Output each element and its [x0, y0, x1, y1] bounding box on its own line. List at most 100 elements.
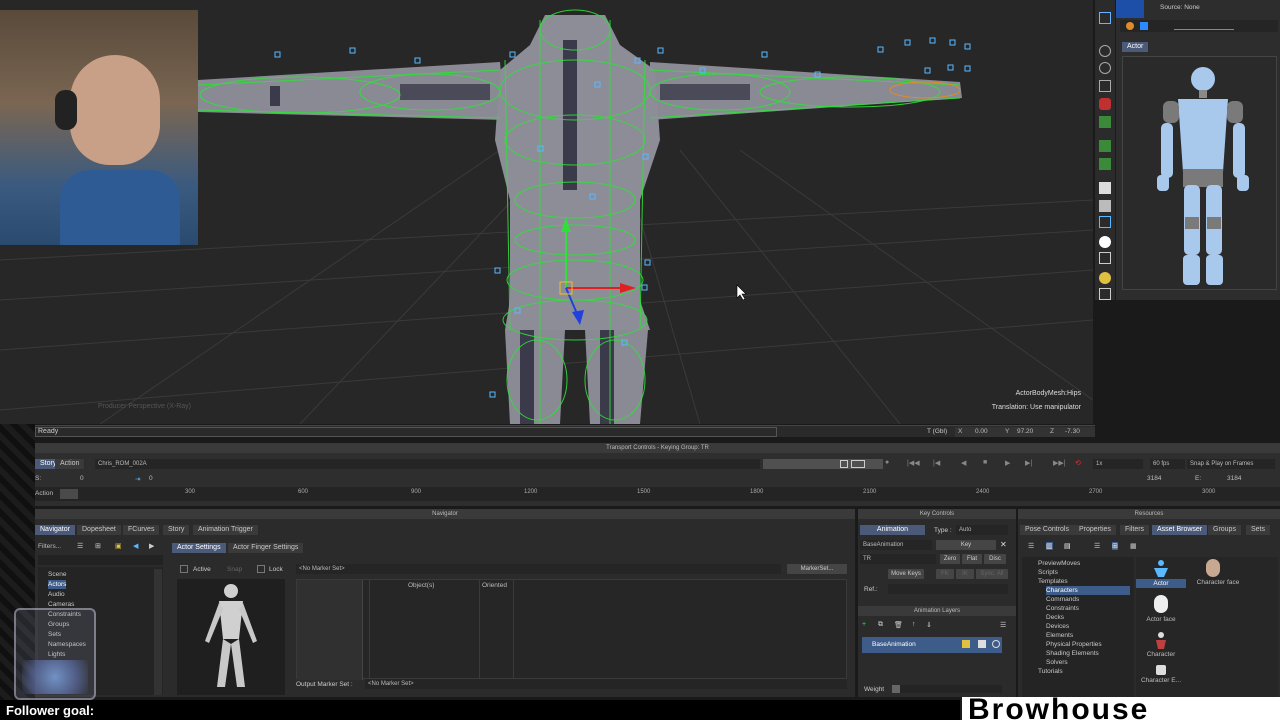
folder-icon[interactable]: ▣: [115, 542, 122, 550]
tab-navigator[interactable]: Navigator: [35, 525, 76, 535]
light-icon[interactable]: [1099, 272, 1111, 284]
asset-actor[interactable]: Actor: [1136, 559, 1186, 589]
speed-dropdown[interactable]: 1x: [1093, 459, 1143, 469]
res-tree-scripts[interactable]: Scripts: [1038, 568, 1058, 577]
tree-audio[interactable]: Audio: [48, 590, 65, 599]
select-tool-icon[interactable]: [1099, 12, 1111, 24]
start-value[interactable]: 0: [80, 475, 84, 482]
tab-filters[interactable]: Filters: [1120, 525, 1151, 535]
layer-row[interactable]: BaseAnimation: [862, 637, 1002, 653]
tree-toggle-icon[interactable]: ☰: [1028, 542, 1034, 550]
body-icon[interactable]: [1140, 22, 1148, 30]
scale-tool-icon[interactable]: [1099, 80, 1111, 92]
tab-actor[interactable]: Actor: [1122, 42, 1150, 52]
tab-pose-controls[interactable]: Pose Controls: [1020, 525, 1075, 535]
go-start-icon[interactable]: |◀◀: [907, 459, 920, 467]
tab-animation-trigger[interactable]: Animation Trigger: [193, 525, 259, 535]
marker-set-button[interactable]: MarkerSet...: [787, 564, 847, 574]
go-end-icon[interactable]: ▶▶|: [1053, 459, 1066, 467]
disc-button[interactable]: Disc: [984, 554, 1006, 564]
marker-icon[interactable]: [1099, 288, 1111, 300]
res-tree-shading-elements[interactable]: Shading Elements: [1046, 649, 1099, 658]
key-icon[interactable]: [1126, 22, 1134, 30]
timeline-ruler[interactable]: Action 300 600 900 1200 1500 1800 2100 2400 2700…: [35, 487, 1280, 501]
duplicate-layer-icon[interactable]: ⧉: [878, 621, 883, 629]
translate-tool-icon[interactable]: [1099, 45, 1111, 57]
time-range-slider[interactable]: [763, 459, 883, 469]
scene-tree-scrollbar[interactable]: [154, 569, 162, 695]
add-layer-icon[interactable]: +: [862, 621, 866, 628]
column-oriented[interactable]: Oriented: [482, 582, 507, 589]
tree-view-icon[interactable]: ⊞: [95, 542, 101, 550]
sync-all-button[interactable]: Sync. All: [976, 569, 1008, 579]
navigator-search[interactable]: [38, 555, 163, 565]
details-icon[interactable]: ▦: [1130, 542, 1137, 550]
list-view-icon[interactable]: ☰: [77, 542, 83, 550]
snap-label[interactable]: Snap: [227, 566, 242, 573]
panel-view-icon[interactable]: ▤: [1064, 542, 1071, 550]
res-tree-decks[interactable]: Decks: [1046, 613, 1064, 622]
mesh-icon[interactable]: [1099, 200, 1111, 212]
flat-button[interactable]: Flat: [962, 554, 982, 564]
active-checkbox[interactable]: [180, 565, 188, 573]
rotate-tool-icon[interactable]: [1099, 62, 1111, 74]
actor-figure[interactable]: [1122, 56, 1277, 290]
tab-animation[interactable]: Animation: [860, 525, 926, 535]
lock-layer-icon[interactable]: [962, 640, 970, 648]
move-up-icon[interactable]: ↑: [912, 621, 916, 628]
list-icon[interactable]: ☰: [1094, 542, 1100, 550]
play-back-icon[interactable]: ◀: [961, 459, 966, 467]
res-tree-previewmoves[interactable]: PreviewMoves: [1038, 559, 1080, 568]
weight-slider[interactable]: [892, 685, 1002, 693]
current-frame-icon[interactable]: ⇥: [135, 475, 140, 483]
keying-group-dropdown[interactable]: TR: [860, 554, 936, 564]
pivot-tool-icon[interactable]: [1099, 116, 1111, 128]
y-value[interactable]: 97.20: [1017, 428, 1033, 435]
full-body-icon[interactable]: [1099, 140, 1111, 152]
marker-set-dropdown[interactable]: <No Marker Set>: [296, 564, 781, 574]
fps-dropdown[interactable]: 60 fps: [1150, 459, 1185, 469]
take-dropdown[interactable]: Chris_ROM_002A: [95, 459, 760, 469]
next-key-icon[interactable]: ▶|: [1025, 459, 1032, 467]
asset-character-extension[interactable]: Character E...: [1136, 663, 1186, 693]
res-tree-templates[interactable]: Templates: [1038, 577, 1068, 586]
record-tool-icon[interactable]: [1099, 98, 1111, 110]
snap-dropdown[interactable]: Snap & Play on Frames: [1187, 459, 1275, 469]
fk-button[interactable]: FK: [936, 569, 954, 579]
play-icon[interactable]: ▶: [1005, 459, 1010, 467]
res-tree-solvers[interactable]: Solvers: [1046, 658, 1068, 667]
current-frame-value[interactable]: 0: [149, 475, 153, 482]
source-label[interactable]: Source: None: [1160, 4, 1200, 11]
loop-icon[interactable]: [840, 460, 848, 468]
solo-layer-icon[interactable]: [992, 640, 1000, 648]
ik-toggles[interactable]: [1174, 22, 1234, 30]
ref-field[interactable]: [888, 584, 1008, 594]
tab-actor-settings[interactable]: Actor Settings: [172, 543, 227, 553]
tab-actor-finger-settings[interactable]: Actor Finger Settings: [228, 543, 305, 553]
merge-icon[interactable]: ⇓: [926, 621, 932, 629]
mute-layer-icon[interactable]: [978, 640, 986, 648]
camera-icon[interactable]: [1099, 252, 1111, 264]
split-view-icon[interactable]: ▥: [1046, 542, 1053, 550]
key-button[interactable]: Key: [936, 540, 996, 550]
res-tree-tutorials[interactable]: Tutorials: [1038, 667, 1063, 676]
frame-mode-icon[interactable]: [851, 460, 865, 468]
type-dropdown[interactable]: Auto: [956, 525, 1008, 535]
record-icon[interactable]: ●: [885, 459, 889, 466]
forward-icon[interactable]: ▶: [149, 542, 154, 550]
grid-icon[interactable]: ⊞: [1112, 542, 1118, 550]
sphere-icon[interactable]: [1099, 236, 1111, 248]
loop-play-icon[interactable]: ⟲: [1075, 459, 1081, 467]
tab-asset-browser[interactable]: Asset Browser: [1152, 525, 1209, 535]
tab-groups[interactable]: Groups: [1208, 525, 1242, 535]
output-marker-dropdown[interactable]: <No Marker Set>: [365, 679, 847, 689]
zero-button[interactable]: Zero: [940, 554, 960, 564]
cube-icon[interactable]: [1099, 182, 1111, 194]
tab-fcurves[interactable]: FCurves: [123, 525, 161, 535]
tab-action[interactable]: Action: [55, 459, 86, 469]
tree-scene[interactable]: Scene: [48, 570, 66, 579]
tab-properties[interactable]: Properties: [1074, 525, 1117, 535]
actor-thumbnail[interactable]: [177, 579, 285, 695]
res-tree-devices[interactable]: Devices: [1046, 622, 1069, 631]
back-icon[interactable]: ◀: [133, 542, 138, 550]
